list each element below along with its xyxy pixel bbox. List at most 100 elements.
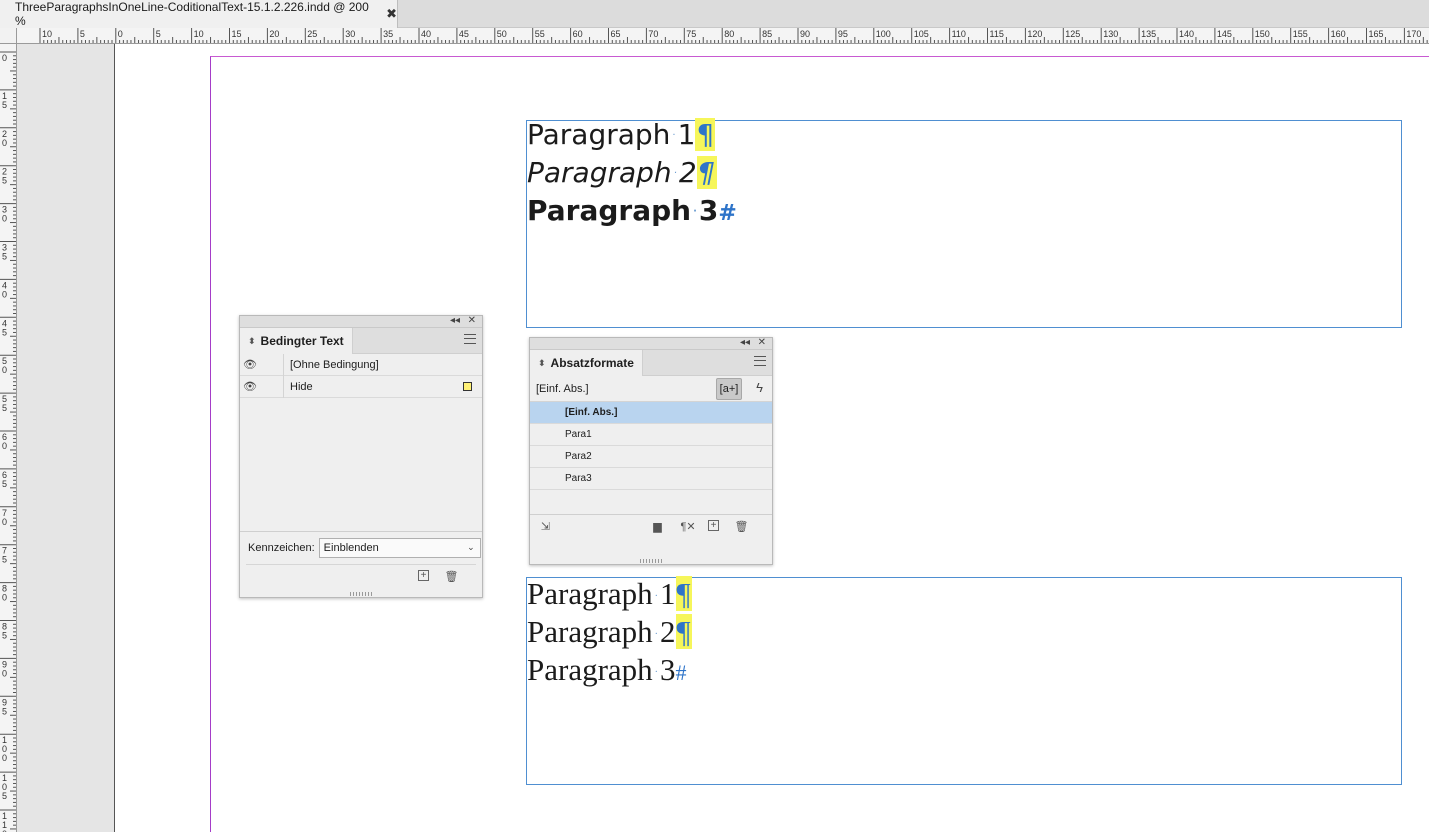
ruler-label: 5 xyxy=(2,100,7,110)
visibility-eye-icon[interactable]: 👁 xyxy=(240,358,260,371)
ruler-label: 5 xyxy=(2,327,7,337)
space-marker: · xyxy=(654,628,659,640)
collapse-panel-icon[interactable]: ◂◂ xyxy=(740,337,750,348)
panel-header: ⬍ Bedingter Text xyxy=(240,328,482,354)
ruler-label: 140 xyxy=(1179,29,1194,39)
ruler-label: 20 xyxy=(269,29,279,39)
panel-menu-icon[interactable] xyxy=(754,356,766,366)
style-list: [Einf. Abs.] Para1 Para2 Para3 xyxy=(530,402,772,515)
condition-color-cell xyxy=(260,353,284,376)
frame-top-line-1: Paragraph ·1¶ xyxy=(527,118,716,151)
line-word: Paragraph xyxy=(527,118,671,151)
line-number: 2 xyxy=(660,614,676,649)
style-row-para1[interactable]: Para1 xyxy=(530,424,772,446)
ruler-label: 120 xyxy=(1027,29,1042,39)
new-style-from-selection-button[interactable]: [a+] xyxy=(716,378,742,400)
style-row-para3[interactable]: Para3 xyxy=(530,468,772,490)
panel-title: Bedingter Text xyxy=(260,334,344,348)
ruler-label: 0 xyxy=(2,214,7,224)
text-frame-top[interactable]: Paragraph ·1¶ Paragraph ·2¶ Paragraph ·3# xyxy=(526,118,1402,328)
ruler-label: 30 xyxy=(345,29,355,39)
end-of-story-mark: # xyxy=(718,201,737,226)
line-number: 3 xyxy=(660,652,676,687)
ruler-label: 0 xyxy=(118,29,123,39)
paragraph-mark-hidden: ¶ xyxy=(696,156,717,189)
indicator-select[interactable]: Einblenden ⌄ xyxy=(318,538,481,558)
ruler-label: 100 xyxy=(876,29,891,39)
ruler-label: 130 xyxy=(1103,29,1118,39)
panel-resize-grip[interactable] xyxy=(350,592,372,596)
condition-color-cell xyxy=(260,375,284,398)
ruler-label: 10 xyxy=(194,29,204,39)
ruler-label: 5 xyxy=(2,631,7,641)
visibility-eye-icon[interactable]: 👁 xyxy=(240,380,260,393)
load-styles-icon[interactable]: ⇲ xyxy=(539,520,552,533)
new-style-icon[interactable]: + xyxy=(708,520,719,531)
ruler-label: 0 xyxy=(2,138,7,148)
new-condition-icon[interactable]: + xyxy=(418,570,429,581)
condition-name: [Ohne Bedingung] xyxy=(290,358,379,371)
style-row-para2[interactable]: Para2 xyxy=(530,446,772,468)
space-marker: · xyxy=(654,666,659,678)
text-frame-bottom[interactable]: Paragraph ·1¶ Paragraph ·2¶ Paragraph ·3# xyxy=(526,576,1402,785)
close-tab-icon[interactable]: ✖ xyxy=(386,6,397,22)
close-panel-icon[interactable]: ✕ xyxy=(758,337,766,348)
panel-resize-grip[interactable] xyxy=(640,559,662,563)
vertical-ruler[interactable]: 0152025303540455055606570758085909510010… xyxy=(0,44,17,832)
expand-collapse-icon[interactable]: ⬍ xyxy=(538,358,546,369)
condition-name: Hide xyxy=(290,380,313,393)
ruler-label: 70 xyxy=(648,29,658,39)
ruler-label: 165 xyxy=(1369,29,1384,39)
paragraph-mark-hidden: ¶ xyxy=(675,576,692,611)
trash-icon[interactable]: 🗑 xyxy=(445,570,459,583)
ruler-label: 35 xyxy=(383,29,393,39)
expand-collapse-icon[interactable]: ⬍ xyxy=(248,336,256,347)
panel-footer: + 🗑 xyxy=(246,564,476,588)
panel-footer: ⇲ ▆ ¶✕ + 🗑 xyxy=(530,515,772,541)
folder-icon[interactable]: ▆ xyxy=(651,520,664,533)
ruler-label: 15 xyxy=(232,29,242,39)
ruler-label: 5 xyxy=(2,791,7,801)
panel-menu-icon[interactable] xyxy=(464,334,476,344)
ruler-label: 0 xyxy=(2,753,7,763)
paragraph-mark-hidden: ¶ xyxy=(695,118,716,151)
panel-title: Absatzformate xyxy=(550,356,634,370)
ruler-origin[interactable] xyxy=(0,28,17,44)
frame-top-line-3: Paragraph ·3# xyxy=(527,197,737,225)
trash-icon[interactable]: 🗑 xyxy=(735,520,749,533)
ruler-label: 0 xyxy=(2,441,7,451)
ruler-label: 5 xyxy=(80,29,85,39)
ruler-label: 0 xyxy=(2,668,7,678)
close-panel-icon[interactable]: ✕ xyxy=(468,315,476,326)
document-tab[interactable]: ThreeParagraphsInOneLine-CoditionalText-… xyxy=(0,0,398,28)
clear-overrides-icon[interactable]: ¶✕ xyxy=(678,520,698,533)
frame-bottom-line-3: Paragraph ·3# xyxy=(527,654,687,685)
lightning-icon[interactable]: ϟ xyxy=(756,380,763,395)
panel-title-strip[interactable]: ◂◂ ✕ xyxy=(240,315,482,328)
ruler-label: 110 xyxy=(952,29,966,39)
conditional-text-panel: ◂◂ ✕ ⬍ Bedingter Text 👁 [Ohne Bedingung]… xyxy=(239,315,483,598)
panel-title-strip[interactable]: ◂◂ ✕ xyxy=(530,337,772,350)
paragraph-styles-panel: ◂◂ ✕ ⬍ Absatzformate [Einf. Abs.] [a+] ϟ… xyxy=(529,337,773,565)
ruler-label: 105 xyxy=(914,29,929,39)
style-row-basic[interactable]: [Einf. Abs.] xyxy=(530,402,772,424)
line-word: Paragraph xyxy=(527,614,653,649)
collapse-panel-icon[interactable]: ◂◂ xyxy=(450,315,460,326)
horizontal-ruler-ticks: 10 5 0 5 10 15 20 25 30 35 40 45 50 55 60 65 70 75 80 85 90 9… xyxy=(39,28,1428,43)
ruler-label: 5 xyxy=(2,252,7,262)
panel-tab-paragraph-styles[interactable]: ⬍ Absatzformate xyxy=(530,350,643,376)
chevron-down-icon: ⌄ xyxy=(467,542,475,552)
ruler-label: 45 xyxy=(459,29,469,39)
ruler-label: 0 xyxy=(2,53,7,63)
panel-tab-conditional-text[interactable]: ⬍ Bedingter Text xyxy=(240,328,353,354)
line-number: 3 xyxy=(698,194,719,227)
end-of-story-mark: # xyxy=(675,660,687,685)
space-marker: · xyxy=(673,168,677,179)
ruler-label: 145 xyxy=(1217,29,1232,39)
condition-row-none[interactable]: 👁 [Ohne Bedingung] xyxy=(240,353,482,376)
line-number: 1 xyxy=(677,118,696,151)
condition-row-hide[interactable]: 👁 Hide xyxy=(240,375,482,398)
line-word: Paragraph xyxy=(527,194,692,227)
ruler-label: 0 xyxy=(2,593,7,603)
horizontal-ruler[interactable]: 10 5 0 5 10 15 20 25 30 35 40 45 50 55 60 65 70 75 80 85 90 9… xyxy=(17,28,1429,44)
